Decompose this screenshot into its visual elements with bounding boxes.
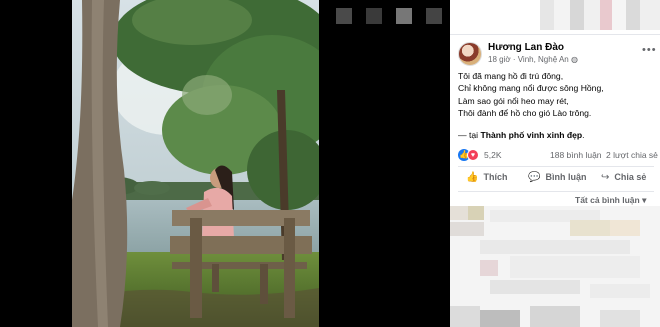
post-text: Tôi đã mang hồ đi trú đông, Chỉ không ma… [458,70,654,141]
viewer-control-blurred[interactable] [426,8,442,24]
divider [450,34,660,35]
blurred-comment-block [600,310,640,327]
post-photo[interactable] [72,0,319,327]
reaction-icons[interactable]: 👍 ♥ [458,149,480,161]
like-button[interactable]: 👍 Thích [466,172,507,186]
post-time[interactable]: 18 giờ [488,55,511,64]
reaction-count[interactable]: 5,2K [484,150,502,160]
comment-count[interactable]: 188 bình luận [550,150,602,160]
post-side-panel: Hương Lan Đào 18 giờ · Vinh, Nghệ An ◍ •… [450,0,660,327]
post-line: Chỉ không mang nổi được sông Hồng, [458,83,604,94]
photo-scene [72,0,319,327]
viewer-control-blurred[interactable] [336,8,352,24]
post-meta: 18 giờ · Vinh, Nghệ An ◍ [488,55,578,64]
blurred-comment-block [610,220,640,236]
checkin-line: — tại Thành phố vinh xinh đẹp. [458,129,654,141]
blurred-comment-block [450,306,480,327]
share-count[interactable]: 2 lượt chia sẻ [606,150,658,160]
post-location[interactable]: Vinh, Nghệ An [518,55,569,64]
like-icon: 👍 [466,172,479,183]
share-button[interactable]: ↪ Chia sẻ [601,172,646,186]
post-line: Thôi đành để hồ cho gió Lào trông. [458,108,592,119]
panel-top-bar [450,0,660,34]
blurred-comment-block [480,310,520,327]
photo-viewer [0,0,450,327]
comment-sort-dropdown[interactable]: Tất cả bình luận ▾ [575,195,646,206]
viewer-control-blurred[interactable] [396,8,412,24]
comment-button[interactable]: 💬 Bình luận [528,172,586,186]
blurred-header-area [540,0,660,30]
divider [458,166,654,167]
checkin-prefix: — tại [458,129,479,140]
comments-section-blurred [450,206,660,327]
blurred-comment-block [530,306,580,327]
blurred-comment-block [590,284,650,298]
avatar[interactable] [458,42,482,66]
blurred-comment-block [510,256,640,278]
viewer-control-blurred[interactable] [366,8,382,24]
blurred-comment-block [480,240,630,254]
globe-icon: ◍ [570,55,578,64]
post-line: Tôi đã mang hồ đi trú đông, [458,71,564,81]
more-icon[interactable]: ••• [642,44,657,56]
action-bar: 👍 Thích 💬 Bình luận ↪ Chia sẻ [458,168,654,190]
blurred-comment-block [490,280,580,294]
blurred-comment-block [450,222,484,236]
love-reaction-icon: ♥ [467,149,479,161]
share-icon: ↪ [601,172,610,183]
blurred-comment-block [480,260,498,276]
post-header: Hương Lan Đào 18 giờ · Vinh, Nghệ An ◍ •… [458,40,658,70]
checkin-place-link[interactable]: Thành phố vinh xinh đẹp [480,130,582,140]
blurred-comment-block [570,220,610,236]
chevron-down-icon: ▾ [642,195,647,205]
author-name[interactable]: Hương Lan Đào [488,42,564,53]
comment-label: Bình luận [545,172,587,182]
checkin-suffix: . [582,129,585,140]
comment-icon: 💬 [528,172,541,183]
divider [458,191,654,192]
like-label: Thích [483,172,508,182]
share-label: Chia sẻ [614,172,647,182]
blurred-comment-block [468,206,484,220]
reaction-summary: 👍 ♥ 5,2K 188 bình luận 2 lượt chia sẻ [458,148,658,162]
blurred-comment-block [450,206,468,220]
comment-sort-label: Tất cả bình luận [575,195,640,205]
post-line: Làm sao gói nổi heo may rét, [458,95,569,106]
